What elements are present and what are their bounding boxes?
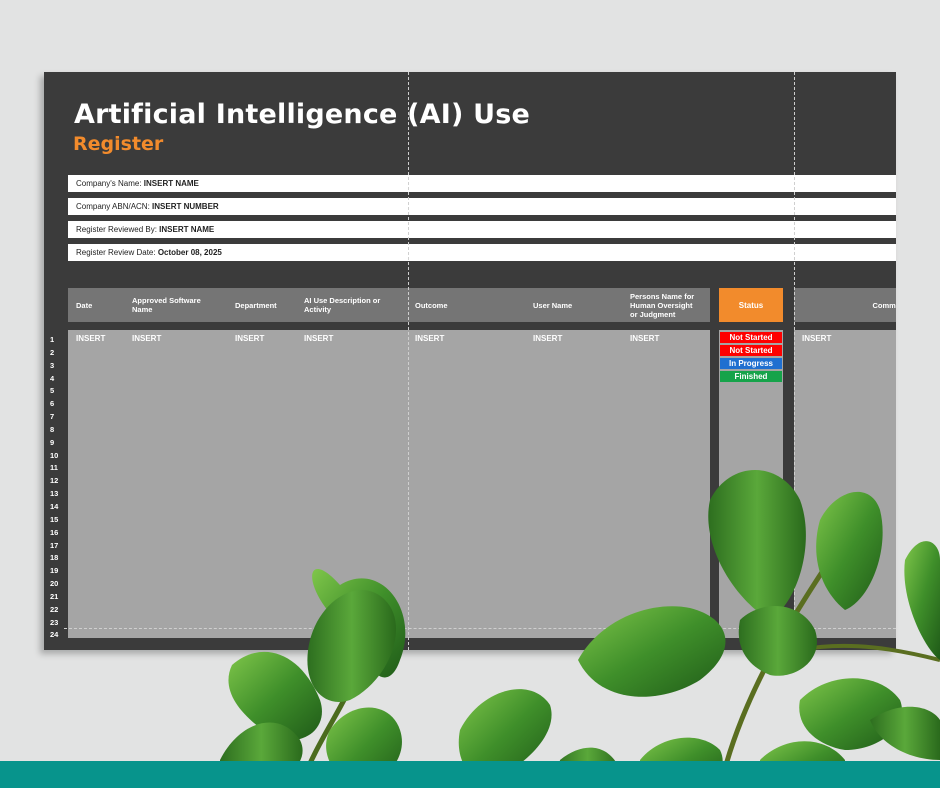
- col-software-header: Approved Software Name: [132, 296, 201, 314]
- review-date-field[interactable]: Register Review Date: October 08, 2025: [68, 244, 896, 261]
- status-badge-not-started[interactable]: Not Started: [720, 332, 782, 343]
- page-break-line: [408, 72, 409, 650]
- comments-column-body[interactable]: [794, 330, 896, 638]
- col-description-header: AI Use Description or Activity: [304, 296, 381, 314]
- software-cell[interactable]: INSERT: [132, 334, 161, 343]
- company-abn-field[interactable]: Company ABN/ACN: INSERT NUMBER: [68, 198, 896, 215]
- page-break-line: [64, 628, 896, 629]
- reviewed-by-value: INSERT NAME: [159, 225, 215, 234]
- review-date-label: Register Review Date:: [76, 248, 158, 257]
- reviewed-by-field[interactable]: Register Reviewed By: INSERT NAME: [68, 221, 896, 238]
- status-badge-not-started[interactable]: Not Started: [720, 345, 782, 356]
- user-cell[interactable]: INSERT: [533, 334, 562, 343]
- status-badge-in-progress[interactable]: In Progress: [720, 358, 782, 369]
- reviewed-by-label: Register Reviewed By:: [76, 225, 160, 234]
- company-name-field[interactable]: Company's Name: INSERT NAME: [68, 175, 896, 192]
- review-date-value: October 08, 2025: [157, 248, 222, 257]
- department-cell[interactable]: INSERT: [235, 334, 264, 343]
- status-badge-finished[interactable]: Finished: [720, 371, 782, 382]
- col-persons-header: Persons Name for Human Oversight or Judg…: [630, 291, 695, 319]
- persons-cell[interactable]: INSERT: [630, 334, 659, 343]
- description-cell[interactable]: INSERT: [304, 334, 333, 343]
- bottom-banner: [0, 761, 940, 788]
- register-sheet: Artificial Intelligence (AI) Use Registe…: [44, 72, 896, 650]
- company-abn-label: Company ABN/ACN:: [76, 202, 153, 211]
- company-name-value: INSERT NAME: [143, 179, 199, 188]
- page-subtitle: Register: [73, 133, 164, 155]
- outcome-cell[interactable]: INSERT: [415, 334, 444, 343]
- col-comments-header: Comme: [794, 288, 896, 322]
- table-body[interactable]: [68, 330, 710, 638]
- page-break-line: [794, 72, 795, 650]
- comments-cell[interactable]: INSERT: [802, 334, 831, 343]
- row-numbers: 1234 5678 9 10 11 12 13 14 15 16 17 18 19 20 21 22…: [50, 335, 59, 640]
- company-abn-value: INSERT NUMBER: [152, 202, 219, 211]
- col-user-header: User Name: [533, 300, 573, 310]
- col-outcome-header: Outcome: [415, 300, 448, 310]
- page-title: Artificial Intelligence (AI) Use: [74, 99, 531, 130]
- date-cell[interactable]: INSERT: [76, 334, 105, 343]
- col-date-header: Date: [76, 300, 93, 310]
- company-name-label: Company's Name:: [76, 179, 144, 188]
- col-status-header: Status: [719, 288, 783, 322]
- col-department-header: Department: [235, 300, 277, 310]
